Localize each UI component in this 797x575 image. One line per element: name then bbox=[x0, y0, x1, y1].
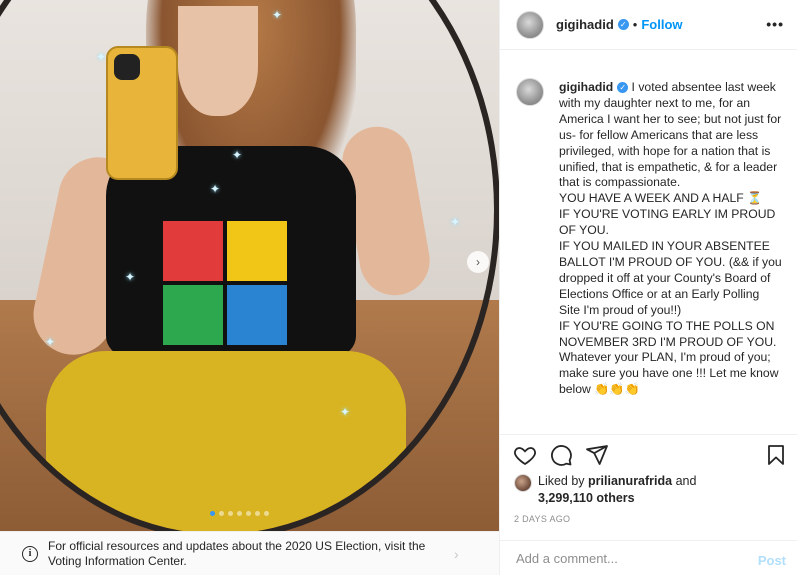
header-username[interactable]: gigihadid bbox=[556, 17, 614, 32]
carousel-dot bbox=[219, 511, 224, 516]
sparkle-icon: ✦ bbox=[125, 270, 136, 284]
sparkle-icon: ✦ bbox=[450, 215, 461, 229]
sparkle-icon: ✦ bbox=[210, 182, 221, 196]
heart-icon[interactable] bbox=[513, 443, 537, 467]
and-label: and bbox=[675, 474, 697, 488]
likes-text: Liked by prilianurafrida and 3,299,110 o… bbox=[538, 473, 696, 507]
post-timestamp[interactable]: 2 DAYS AGO bbox=[514, 514, 570, 524]
verified-badge-icon: ✓ bbox=[617, 19, 629, 30]
carousel-dot bbox=[246, 511, 251, 516]
sparkle-icon: ✦ bbox=[272, 8, 283, 22]
carousel-dot bbox=[264, 511, 269, 516]
sparkle-icon: ✦ bbox=[45, 335, 56, 349]
election-info-banner[interactable]: i For official resources and updates abo… bbox=[0, 531, 499, 575]
more-options-icon[interactable]: ••• bbox=[766, 16, 784, 32]
carousel-dot bbox=[210, 511, 215, 516]
bookmark-icon[interactable] bbox=[764, 443, 788, 467]
election-banner-text: For official resources and updates about… bbox=[48, 538, 426, 568]
header-separator: • bbox=[632, 17, 638, 32]
post-comment-button[interactable]: Post bbox=[758, 553, 786, 568]
vote-square-t bbox=[163, 285, 223, 345]
likes-count[interactable]: 3,299,110 others bbox=[538, 491, 635, 505]
avatar[interactable] bbox=[516, 10, 544, 39]
post-header: gigihadid ✓ • Follow ••• bbox=[500, 0, 797, 50]
photo-phone bbox=[106, 46, 178, 180]
vote-square-e bbox=[227, 285, 287, 345]
next-arrow-icon[interactable]: › bbox=[467, 251, 489, 273]
sparkle-icon: ✦ bbox=[340, 405, 351, 419]
photo-phone-camera bbox=[114, 54, 140, 80]
sparkle-icon: ✦ bbox=[96, 50, 107, 64]
liked-by-label: Liked by bbox=[538, 474, 585, 488]
post-sidebar: gigihadid ✓ • Follow ••• gigihadid ✓ I vo… bbox=[499, 0, 797, 575]
comment-box: Post bbox=[500, 540, 797, 575]
carousel-dot bbox=[237, 511, 242, 516]
share-icon[interactable] bbox=[585, 443, 609, 467]
likes-summary: Liked by prilianurafrida and 3,299,110 o… bbox=[514, 473, 696, 507]
carousel-dots bbox=[210, 511, 269, 516]
caption-username[interactable]: gigihadid bbox=[559, 80, 613, 94]
carousel-dot bbox=[255, 511, 260, 516]
info-icon: i bbox=[22, 545, 38, 562]
vote-square-o bbox=[227, 221, 287, 281]
photo-face bbox=[178, 6, 258, 116]
sparkle-icon: ✦ bbox=[232, 148, 243, 162]
caption-text: I voted absentee last week with my daugh… bbox=[559, 80, 782, 397]
liked-by-user[interactable]: prilianurafrida bbox=[588, 474, 672, 488]
comment-input[interactable] bbox=[514, 549, 738, 567]
liker-avatar[interactable] bbox=[514, 474, 532, 492]
comment-icon[interactable] bbox=[549, 443, 573, 467]
chevron-right-icon: › bbox=[454, 545, 459, 562]
shirt-vote-graphic bbox=[163, 221, 289, 345]
carousel-dot bbox=[228, 511, 233, 516]
caption-area[interactable]: gigihadid ✓ I voted absentee last week wi… bbox=[500, 64, 797, 430]
vote-square-v bbox=[163, 221, 223, 281]
post-caption: gigihadid ✓ I voted absentee last week wi… bbox=[559, 80, 783, 398]
follow-button[interactable]: Follow bbox=[641, 17, 682, 32]
action-bar bbox=[500, 434, 797, 474]
post-dialog: ✦ ✦ ✦ ✦ ✦ ✦ ✦ ✦ › i For official resourc… bbox=[0, 0, 797, 575]
post-media[interactable]: ✦ ✦ ✦ ✦ ✦ ✦ ✦ ✦ › i For official resourc… bbox=[0, 0, 499, 575]
verified-badge-icon: ✓ bbox=[617, 82, 629, 94]
caption-avatar[interactable] bbox=[516, 78, 544, 106]
